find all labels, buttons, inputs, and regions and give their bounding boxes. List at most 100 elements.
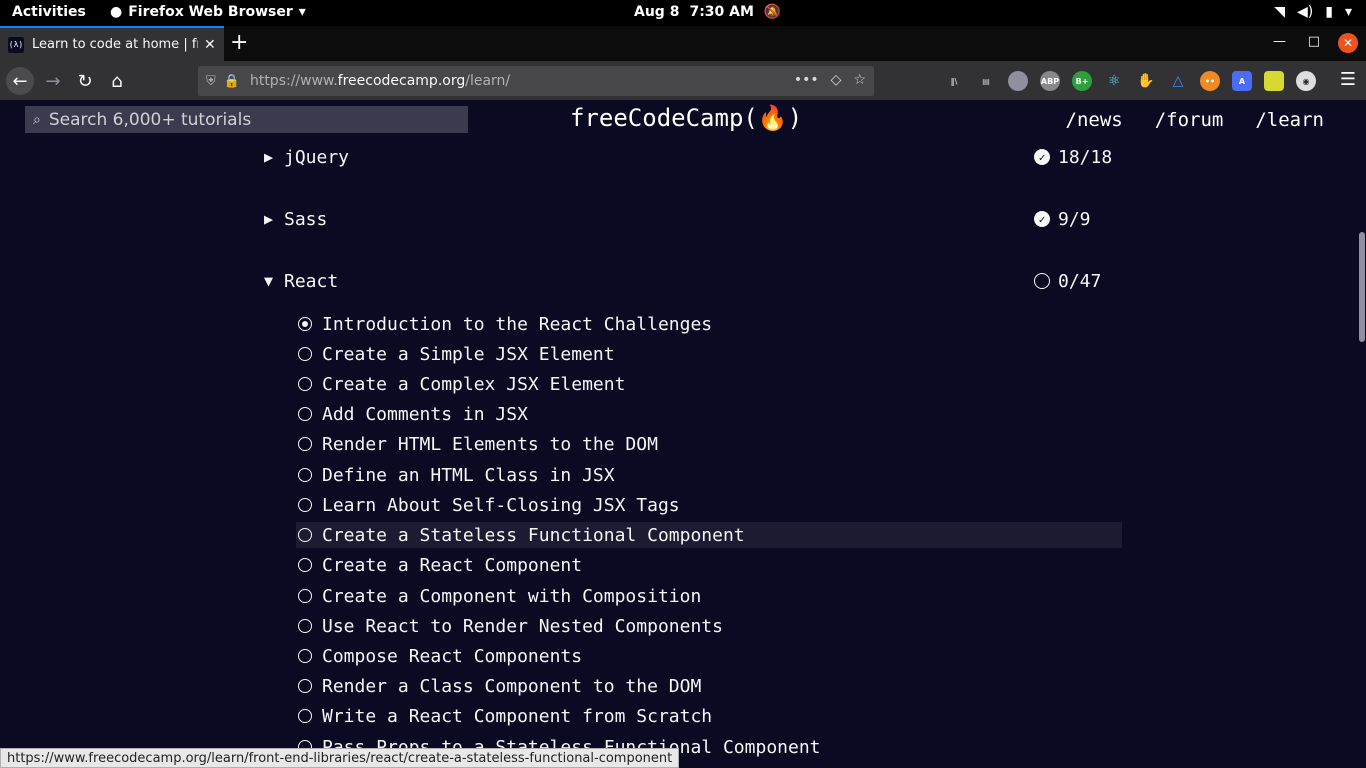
- fcc-navbar: ⌕ Search 6,000+ tutorials freeCodeCamp(🔥…: [0, 100, 1366, 140]
- nav-link-learn[interactable]: /learn: [1255, 109, 1324, 131]
- search-placeholder: Search 6,000+ tutorials: [48, 109, 252, 130]
- radio-icon: [298, 619, 312, 633]
- tab-freecodecamp[interactable]: (λ) Learn to code at home | freeCodeCamp…: [0, 26, 224, 61]
- radio-icon: [298, 709, 312, 723]
- radio-icon: [298, 528, 312, 542]
- page-scrollbar[interactable]: [1356, 140, 1366, 768]
- lock-icon[interactable]: 🔒: [224, 74, 240, 89]
- challenge-item[interactable]: Add Comments in JSX: [296, 401, 1122, 427]
- adblock-plus-icon[interactable]: ABP: [1040, 71, 1060, 91]
- window-close-button[interactable]: ✕: [1338, 33, 1358, 53]
- chevron-down-icon: ▾: [1344, 4, 1352, 20]
- menu-icon[interactable]: ☰: [1340, 69, 1356, 90]
- url-path: /learn/: [465, 73, 511, 89]
- gnome-top-bar: Activities ● Firefox Web Browser ▾ Aug 8…: [0, 0, 1366, 26]
- activities-button[interactable]: Activities: [12, 4, 86, 20]
- block-react[interactable]: ▼ React 0/47: [264, 266, 1122, 296]
- maximize-button[interactable]: □: [1308, 34, 1320, 49]
- pocket-icon[interactable]: ◇: [831, 72, 842, 88]
- challenge-item-hovered[interactable]: Create a Stateless Functional Component: [296, 522, 1122, 548]
- checkmark-icon: ✓: [1034, 211, 1050, 227]
- block-jquery[interactable]: ▶ jQuery ✓ 18/18: [264, 142, 1122, 172]
- curriculum-content: ▶ jQuery ✓ 18/18 ▶ Sass ✓ 9/9 ▼ React 0/…: [0, 140, 1356, 768]
- block-sass[interactable]: ▶ Sass ✓ 9/9: [264, 204, 1122, 234]
- sidebar-icon[interactable]: ▤: [976, 71, 996, 91]
- app-menu[interactable]: ● Firefox Web Browser ▾: [110, 4, 306, 20]
- block-count: 18/18: [1058, 146, 1113, 168]
- translate-icon[interactable]: A: [1232, 71, 1252, 91]
- block-count: 9/9: [1058, 208, 1091, 230]
- account-icon[interactable]: [1008, 71, 1028, 91]
- back-button[interactable]: ←: [6, 67, 34, 95]
- challenge-item[interactable]: Create a Component with Composition: [296, 583, 1122, 609]
- radio-icon: [298, 468, 312, 482]
- challenge-title: Compose React Components: [322, 645, 583, 667]
- challenge-item[interactable]: Render HTML Elements to the DOM: [296, 431, 1122, 457]
- tab-strip: (λ) Learn to code at home | freeCodeCamp…: [0, 26, 1366, 61]
- react-devtools-icon[interactable]: ⚛: [1104, 71, 1124, 91]
- challenge-item[interactable]: Compose React Components: [296, 643, 1122, 669]
- url-text[interactable]: https://www.freecodecamp.org/learn/: [250, 73, 510, 89]
- battery-icon: ▮: [1325, 4, 1333, 20]
- nav-toolbar: ← → ↻ ⌂ ⛨ 🔒 https://www.freecodecamp.org…: [0, 61, 1366, 100]
- challenge-item[interactable]: Define an HTML Class in JSX: [296, 462, 1122, 488]
- tracking-shield-icon[interactable]: ⛨: [206, 74, 216, 89]
- challenge-title: Introduction to the React Challenges: [322, 313, 713, 335]
- nav-link-forum[interactable]: /forum: [1155, 109, 1224, 131]
- challenge-item[interactable]: Render a Class Component to the DOM: [296, 673, 1122, 699]
- reload-button[interactable]: ↻: [71, 67, 99, 95]
- nav-link-news[interactable]: /news: [1066, 109, 1123, 131]
- clock-date: Aug 8: [634, 4, 680, 20]
- block-progress: 0/47: [1034, 271, 1101, 292]
- block-title: React: [284, 270, 339, 292]
- privacy-badger-icon[interactable]: ◉: [1296, 71, 1316, 91]
- block-title: Sass: [284, 208, 328, 230]
- hand-icon[interactable]: ✋: [1136, 71, 1156, 91]
- radio-icon: [298, 407, 312, 421]
- app-menu-label: Firefox Web Browser: [128, 4, 293, 20]
- collapsed-arrow-icon: ▶: [264, 210, 274, 228]
- challenge-title: Define an HTML Class in JSX: [322, 464, 615, 486]
- volume-icon: ◀): [1297, 4, 1314, 20]
- challenge-item[interactable]: Create a React Component: [296, 552, 1122, 578]
- system-tray[interactable]: ◥ ◀) ▮ ▾: [1274, 4, 1352, 20]
- library-icon[interactable]: ‖\: [944, 71, 964, 91]
- bplus-icon[interactable]: B+: [1072, 71, 1092, 91]
- minimize-button[interactable]: —: [1273, 34, 1286, 49]
- bookmark-star-icon[interactable]: ☆: [853, 72, 866, 88]
- chevron-down-icon: ▾: [298, 4, 306, 20]
- url-bar[interactable]: ⛨ 🔒 https://www.freecodecamp.org/learn/ …: [198, 66, 874, 96]
- scrollbar-thumb[interactable]: [1359, 232, 1365, 342]
- url-actions: ••• ◇ ☆: [794, 72, 866, 88]
- radio-icon: [298, 589, 312, 603]
- challenge-item[interactable]: Use React to Render Nested Components: [296, 613, 1122, 639]
- fcc-logo[interactable]: freeCodeCamp(🔥): [570, 104, 802, 132]
- close-tab-icon[interactable]: ✕: [204, 37, 216, 53]
- url-prefix: https://www.: [249, 73, 338, 89]
- selected-radio-icon: [298, 317, 312, 331]
- incomplete-circle-icon: [1034, 273, 1050, 289]
- challenge-item[interactable]: Create a Simple JSX Element: [296, 341, 1122, 367]
- fcc-nav-links: /news /forum /learn: [1066, 109, 1324, 131]
- clock[interactable]: Aug 8 7:30 AM 🔕: [634, 4, 781, 20]
- forward-button[interactable]: →: [39, 67, 67, 95]
- extension-icons: ‖\ ▤ ABP B+ ⚛ ✋ △ •• A ◉: [944, 71, 1316, 91]
- screenshot-icon[interactable]: [1264, 71, 1284, 91]
- triangle-icon[interactable]: △: [1168, 71, 1188, 91]
- home-button[interactable]: ⌂: [103, 67, 131, 95]
- challenge-item[interactable]: Create a Complex JSX Element: [296, 371, 1122, 397]
- challenge-item[interactable]: Write a React Component from Scratch: [296, 703, 1122, 729]
- challenge-item[interactable]: Learn About Self-Closing JSX Tags: [296, 492, 1122, 518]
- url-domain: freecodecamp.org: [337, 73, 466, 89]
- search-input[interactable]: ⌕ Search 6,000+ tutorials: [25, 106, 468, 133]
- radio-icon: [298, 649, 312, 663]
- checkmark-icon: ✓: [1034, 149, 1050, 165]
- challenge-title: Learn About Self-Closing JSX Tags: [322, 494, 680, 516]
- challenge-title: Write a React Component from Scratch: [322, 705, 713, 727]
- radio-icon: [298, 377, 312, 391]
- challenge-title: Create a Complex JSX Element: [322, 373, 626, 395]
- challenge-item[interactable]: Introduction to the React Challenges: [296, 311, 1122, 337]
- page-actions-icon[interactable]: •••: [794, 72, 819, 88]
- new-tab-button[interactable]: +: [230, 30, 248, 55]
- mascot-icon[interactable]: ••: [1200, 71, 1220, 91]
